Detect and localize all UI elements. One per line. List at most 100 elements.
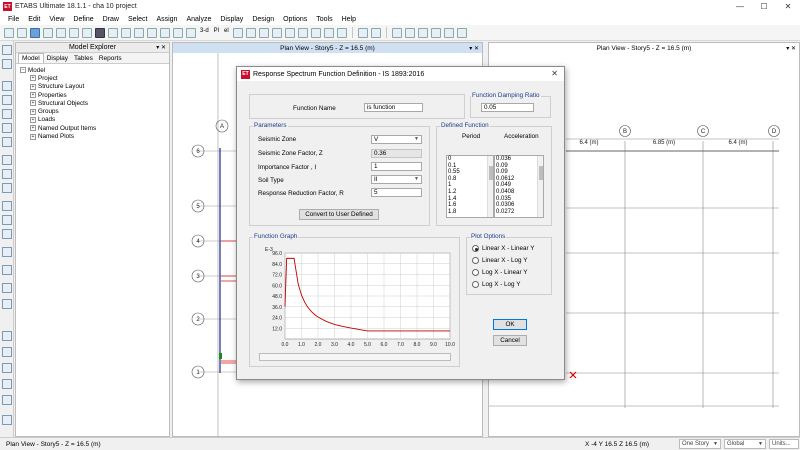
select-intersect-icon[interactable] [2,379,12,389]
menu-help[interactable]: Help [342,16,356,23]
expand-icon[interactable]: + [30,133,36,140]
display-icon[interactable] [323,27,334,38]
draw-link-icon[interactable] [2,137,12,147]
filter-icon[interactable] [310,27,321,38]
draw-icon[interactable] [357,27,368,38]
snap-line-icon[interactable] [2,299,12,309]
pen-icon[interactable] [456,27,467,38]
damping-ratio-input[interactable]: 0.05 [481,103,534,112]
zoom-in-icon[interactable] [121,27,131,38]
expand-icon[interactable]: + [30,83,36,90]
tab-model[interactable]: Model [18,53,44,63]
move-up-icon[interactable] [245,27,256,38]
draw-column-icon[interactable] [2,109,12,119]
tool-icon[interactable] [430,27,441,38]
soil-type-select[interactable]: II ▼ [371,175,422,184]
new-model-icon[interactable] [4,27,14,38]
plot-option-log-log[interactable]: Log X - Log Y [472,281,520,288]
lock-icon[interactable] [82,27,92,38]
list-item[interactable]: 0.049 [495,182,543,189]
function-name-input[interactable]: is function [364,103,423,112]
draw-opening-icon[interactable] [2,183,12,193]
select-prev-icon[interactable] [2,395,12,405]
convert-to-user-defined-button[interactable]: Convert to User Defined [299,209,379,220]
draw-beam-icon[interactable] [2,95,12,105]
redo-icon[interactable] [56,27,66,38]
list-item[interactable]: 0.0408 [495,189,543,196]
panel-menu-close-icon[interactable]: ▾ ✕ [156,44,166,51]
settings-icon[interactable] [443,27,454,38]
tree-item-model[interactable]: − Model [20,66,169,74]
select-poly-icon[interactable] [2,363,12,373]
tree-item[interactable]: + Named Plots [20,132,169,140]
snap-grid-icon[interactable] [2,283,12,293]
plan-view-button[interactable]: Pl [213,28,220,38]
draw-wall-icon[interactable] [2,169,12,179]
column-icon[interactable] [417,27,428,38]
coordinate-system-select[interactable]: Global ▼ [724,439,766,449]
tree-item[interactable]: + Properties [20,91,169,99]
draw-grid-icon[interactable] [2,247,12,257]
close-window-button[interactable]: ✕ [776,0,800,13]
rubber-zoom-icon[interactable] [173,27,183,38]
expand-icon[interactable]: + [30,75,36,82]
perspective-icon[interactable] [271,27,282,38]
view-3d-button[interactable]: 3-d [199,28,210,38]
draw-tendon-icon[interactable] [2,201,12,211]
minimize-button[interactable]: — [728,0,752,13]
tab-tables[interactable]: Tables [71,54,96,63]
tree-item[interactable]: + Groups [20,107,169,115]
select-all-icon[interactable] [297,27,308,38]
reduction-factor-input[interactable]: 5 [371,188,422,197]
layout-icon[interactable] [404,27,415,38]
pointer-icon[interactable] [2,45,12,55]
plot-option-linear-linear[interactable]: Linear X - Linear Y [472,245,534,252]
measure-icon[interactable] [2,415,12,425]
period-scrollbar[interactable] [487,156,493,217]
menu-edit[interactable]: Edit [28,16,40,23]
reshape-icon[interactable] [2,59,12,69]
draw-dimension-icon[interactable] [2,215,12,225]
ok-button[interactable]: OK [493,319,527,330]
elevation-view-button[interactable]: el [223,28,230,38]
tree-item[interactable]: + Named Output Items [20,124,169,132]
acceleration-list[interactable]: 0.036 0.09 0.09 0.0612 0.049 0.0408 0.03… [494,155,544,218]
menu-draw[interactable]: Draw [103,16,119,23]
object-shrink-icon[interactable] [284,27,295,38]
tree-item[interactable]: + Structural Objects [20,99,169,107]
collapse-icon[interactable]: − [20,67,26,74]
tree-item[interactable]: + Project [20,74,169,82]
snap-icon[interactable] [2,265,12,275]
pane-menu-close-icon[interactable]: ▾ ✕ [469,45,479,52]
zoom-icon[interactable] [108,27,118,38]
expand-icon[interactable]: + [30,108,36,115]
menu-define[interactable]: Define [73,16,93,23]
run-analysis-icon[interactable] [95,27,105,38]
select-window-icon[interactable] [2,347,12,357]
menu-analyze[interactable]: Analyze [186,16,211,23]
beam-section-icon[interactable] [391,27,402,38]
tab-reports[interactable]: Reports [96,54,125,63]
tree-item[interactable]: + Structure Layout [20,83,169,91]
draw-section-cut-icon[interactable] [2,229,12,239]
list-item[interactable]: 0.0272 [495,209,543,216]
pane-menu-close-icon[interactable]: ▾ ✕ [786,45,796,52]
pan-icon[interactable] [160,27,170,38]
list-item[interactable]: 0.0306 [495,202,543,209]
menu-options[interactable]: Options [283,16,307,23]
save-icon[interactable] [30,27,40,38]
menu-file[interactable]: File [8,16,19,23]
maximize-button[interactable]: ☐ [752,0,776,13]
plot-option-linear-log[interactable]: Linear X - Log Y [472,257,527,264]
plot-option-log-linear[interactable]: Log X - Linear Y [472,269,527,276]
zoom-out-icon[interactable] [134,27,144,38]
list-item[interactable]: 0.09 [495,163,543,170]
expand-icon[interactable]: + [30,92,36,99]
period-list[interactable]: 0 0.1 0.55 0.8 1 1.2 1.4 1.6 1.8 [446,155,494,218]
list-item[interactable]: 0.036 [495,156,543,163]
tree-item[interactable]: + Loads [20,116,169,124]
shape-icon[interactable] [370,27,381,38]
expand-icon[interactable]: + [30,100,36,107]
tab-display[interactable]: Display [44,54,71,63]
open-icon[interactable] [17,27,27,38]
